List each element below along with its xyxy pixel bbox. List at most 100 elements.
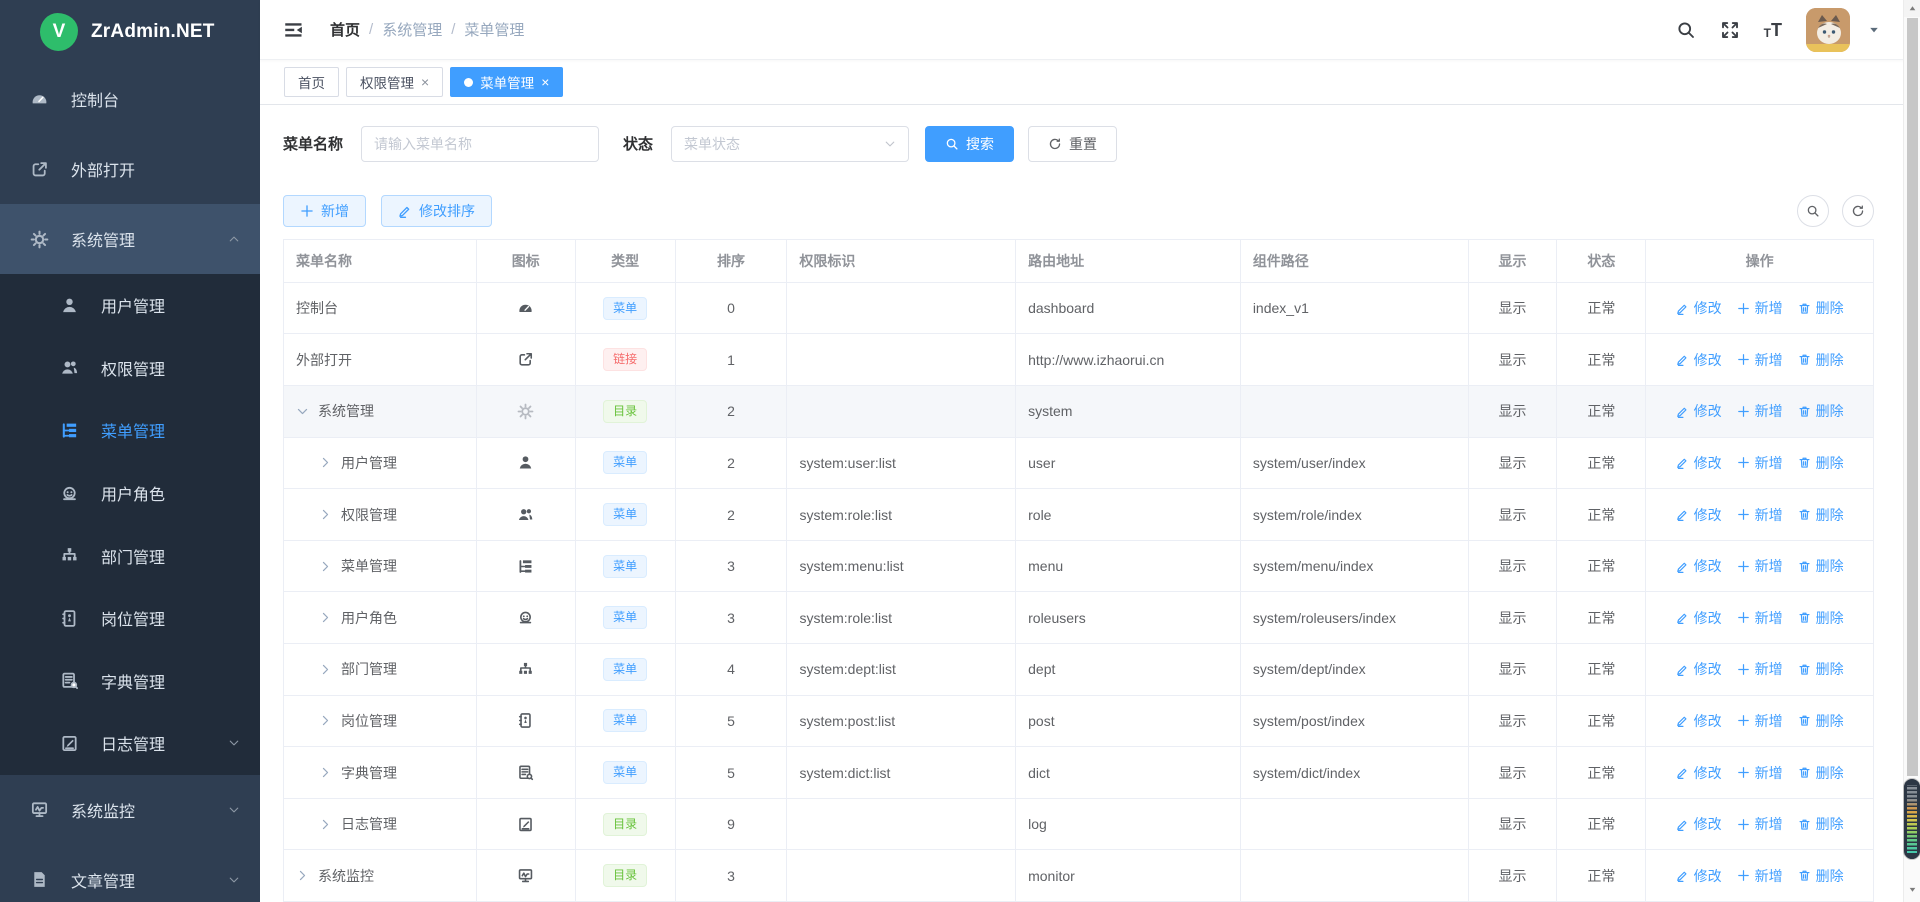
close-icon[interactable]: ×	[421, 75, 429, 89]
add-action-link[interactable]: 新增	[1737, 505, 1783, 525]
plus-icon	[1737, 560, 1750, 573]
edit-action-link[interactable]: 修改	[1676, 401, 1722, 421]
table-cell: 菜单	[576, 541, 676, 592]
sidebar-item-role-mgmt[interactable]: 权限管理	[0, 337, 260, 400]
add-action-link[interactable]: 新增	[1737, 298, 1783, 318]
sidebar-toggle-icon[interactable]	[284, 20, 304, 40]
sidebar-item-external-open[interactable]: 外部打开	[0, 134, 260, 204]
delete-action-link[interactable]: 删除	[1798, 350, 1844, 370]
chevron-right-icon[interactable]	[319, 714, 332, 727]
status-select[interactable]: 菜单状态	[671, 126, 909, 162]
delete-action-link[interactable]: 删除	[1798, 556, 1844, 576]
delete-action-link[interactable]: 删除	[1798, 608, 1844, 628]
search-icon	[1806, 204, 1820, 218]
search-icon[interactable]	[1676, 20, 1696, 40]
add-action-link[interactable]: 新增	[1737, 453, 1783, 473]
edit-action-link[interactable]: 修改	[1676, 298, 1722, 318]
add-action-link[interactable]: 新增	[1737, 556, 1783, 576]
tab-label: 菜单管理	[480, 72, 534, 92]
add-action-link[interactable]: 新增	[1737, 401, 1783, 421]
external-link-icon	[517, 351, 534, 368]
page-scrollbar[interactable]	[1903, 0, 1920, 902]
chevron-down-icon[interactable]	[1868, 24, 1880, 36]
edit-action-link[interactable]: 修改	[1676, 711, 1722, 731]
pen-icon	[1676, 611, 1689, 624]
sidebar-item-user-mgmt[interactable]: 用户管理	[0, 274, 260, 337]
component-path: system/roleusers/index	[1241, 592, 1469, 643]
add-action-link[interactable]: 新增	[1737, 814, 1783, 834]
permission-value: system:dept:list	[787, 644, 1016, 695]
sidebar-item-user-roles[interactable]: 用户角色	[0, 462, 260, 525]
chevron-right-icon[interactable]	[319, 818, 332, 831]
table-refresh-button[interactable]	[1842, 195, 1874, 227]
tab-role-mgmt[interactable]: 权限管理×	[346, 67, 443, 97]
delete-action-link[interactable]: 删除	[1798, 659, 1844, 679]
table-cell: 修改新增删除	[1646, 438, 1873, 489]
table-cell: 系统监控	[284, 850, 477, 901]
add-action-link[interactable]: 新增	[1737, 763, 1783, 783]
sidebar-item-sys-monitor[interactable]: 系统监控	[0, 775, 260, 845]
delete-action-link[interactable]: 删除	[1798, 453, 1844, 473]
sidebar-item-menu-mgmt[interactable]: 菜单管理	[0, 399, 260, 462]
edit-action-link[interactable]: 修改	[1676, 505, 1722, 525]
delete-action-link[interactable]: 删除	[1798, 401, 1844, 421]
chevron-right-icon[interactable]	[319, 611, 332, 624]
table-search-button[interactable]	[1797, 195, 1829, 227]
sidebar-item-dict-mgmt[interactable]: 字典管理	[0, 650, 260, 713]
reset-button[interactable]: 重置	[1028, 126, 1117, 162]
scroll-up-icon[interactable]	[1904, 0, 1920, 17]
chevron-right-icon[interactable]	[319, 663, 332, 676]
delete-action-link[interactable]: 删除	[1798, 298, 1844, 318]
sidebar-item-system-mgmt[interactable]: 系统管理	[0, 204, 260, 274]
search-button[interactable]: 搜索	[925, 126, 1014, 162]
chevron-right-icon[interactable]	[319, 456, 332, 469]
delete-action-link[interactable]: 删除	[1798, 866, 1844, 886]
add-action-link[interactable]: 新增	[1737, 866, 1783, 886]
add-action-link[interactable]: 新增	[1737, 608, 1783, 628]
sort-edit-button[interactable]: 修改排序	[381, 195, 492, 227]
action-label: 修改	[1694, 866, 1722, 886]
tab-home[interactable]: 首页	[284, 67, 339, 97]
scroll-down-icon[interactable]	[1904, 881, 1920, 898]
tab-menu-mgmt[interactable]: 菜单管理 ×	[450, 67, 563, 97]
table-cell: 修改新增删除	[1646, 644, 1873, 695]
table-cell: 菜单	[576, 747, 676, 798]
edit-action-link[interactable]: 修改	[1676, 556, 1722, 576]
edit-action-link[interactable]: 修改	[1676, 659, 1722, 679]
sidebar-item-console[interactable]: 控制台	[0, 64, 260, 134]
edit-action-link[interactable]: 修改	[1676, 814, 1722, 834]
breadcrumb-item[interactable]: 首页	[330, 19, 360, 40]
chevron-right-icon[interactable]	[319, 560, 332, 573]
sidebar-item-dept-mgmt[interactable]: 部门管理	[0, 524, 260, 587]
avatar[interactable]	[1806, 8, 1850, 52]
sidebar-item-log-mgmt[interactable]: 日志管理	[0, 712, 260, 775]
edit-action-link[interactable]: 修改	[1676, 763, 1722, 783]
sidebar-item-article-mgmt[interactable]: 文章管理	[0, 845, 260, 902]
add-action-link[interactable]: 新增	[1737, 659, 1783, 679]
edit-action-link[interactable]: 修改	[1676, 866, 1722, 886]
delete-action-link[interactable]: 删除	[1798, 814, 1844, 834]
text-size-icon[interactable]: TT	[1764, 21, 1782, 39]
menu-name-input[interactable]	[361, 126, 599, 162]
delete-action-link[interactable]: 删除	[1798, 763, 1844, 783]
edit-action-link[interactable]: 修改	[1676, 453, 1722, 473]
row-actions: 修改新增删除	[1676, 608, 1844, 628]
add-button[interactable]: 新增	[283, 195, 366, 227]
app-logo[interactable]: V ZrAdmin.NET	[0, 0, 260, 64]
sidebar-item-label: 用户管理	[101, 293, 165, 317]
chevron-down-icon[interactable]	[296, 405, 309, 418]
close-icon[interactable]: ×	[541, 75, 549, 89]
chevron-right-icon[interactable]	[319, 508, 332, 521]
chevron-right-icon[interactable]	[296, 869, 309, 882]
edit-action-link[interactable]: 修改	[1676, 608, 1722, 628]
sidebar-item-post-mgmt[interactable]: 岗位管理	[0, 587, 260, 650]
chevron-right-icon[interactable]	[319, 766, 332, 779]
delete-action-link[interactable]: 删除	[1798, 711, 1844, 731]
add-action-link[interactable]: 新增	[1737, 350, 1783, 370]
scrollbar-thumb[interactable]	[1907, 18, 1918, 776]
fullscreen-icon[interactable]	[1720, 20, 1740, 40]
component-path: system/dict/index	[1241, 747, 1469, 798]
edit-action-link[interactable]: 修改	[1676, 350, 1722, 370]
add-action-link[interactable]: 新增	[1737, 711, 1783, 731]
delete-action-link[interactable]: 删除	[1798, 505, 1844, 525]
